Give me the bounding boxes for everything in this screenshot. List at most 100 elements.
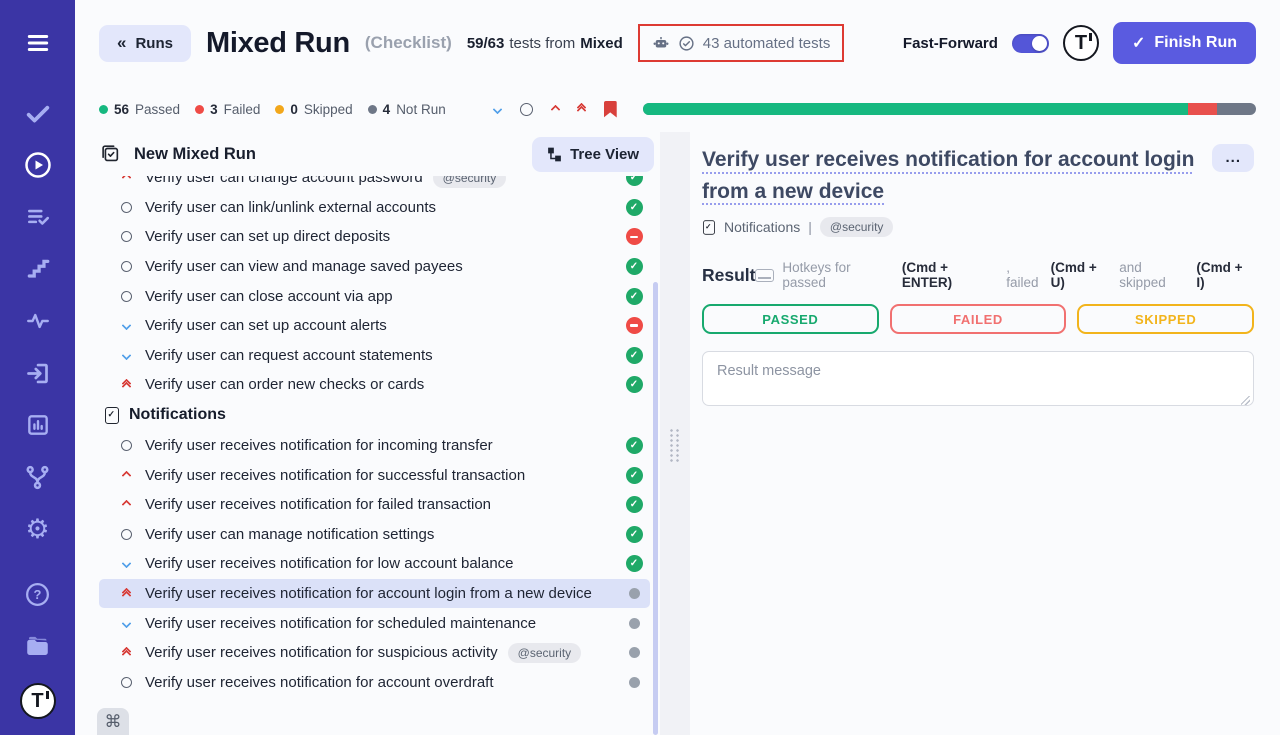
check-icon: ✓ [1132, 33, 1145, 53]
testomat-logo[interactable]: T [20, 683, 56, 719]
content-area: New Mixed Run Tree View Verify user can … [75, 132, 1280, 735]
finish-run-button[interactable]: ✓ Finish Run [1113, 22, 1256, 64]
checklist-icon [99, 143, 121, 165]
chevron-down-icon[interactable] [492, 104, 502, 114]
test-row-title: Verify user receives notification for in… [145, 437, 493, 454]
circle-filter-icon[interactable] [520, 103, 533, 116]
runs-play-icon[interactable] [23, 150, 53, 180]
suite-name[interactable]: Notifications [724, 219, 800, 235]
status-passed-icon: ✓ [626, 288, 643, 305]
command-palette-button[interactable]: ⌘ [97, 708, 129, 735]
test-row-title: Verify user receives notification for lo… [145, 555, 514, 572]
keyboard-icon [755, 269, 774, 282]
status-passed-icon: ✓ [626, 376, 643, 393]
test-row-title: Verify user receives notification for fa… [145, 496, 491, 513]
result-message-wrap [702, 351, 1254, 411]
test-row-title: Verify user can set up account alerts [145, 317, 387, 334]
test-row[interactable]: Verify user receives notification for ac… [99, 579, 650, 609]
test-row[interactable]: Verify user can request account statemen… [99, 341, 650, 371]
test-row[interactable]: Verify user can manage notification sett… [99, 520, 650, 550]
settings-gear-icon[interactable]: ⚙ [23, 514, 53, 544]
status-passed-icon: ✓ [626, 496, 643, 513]
help-icon[interactable]: ? [23, 579, 53, 609]
circle-icon [117, 261, 135, 272]
test-meta: Notifications | @security [702, 217, 1254, 237]
double-chevron-up-icon[interactable] [578, 104, 585, 114]
pulse-icon[interactable] [23, 306, 53, 336]
app-window: ⚙ ? T « Runs Mixed Run (Checklist) 59/63… [0, 0, 1280, 735]
test-row[interactable]: Verify user receives notification for su… [99, 638, 650, 668]
test-row[interactable]: Verify user can set up account alerts [99, 311, 650, 341]
menu-icon[interactable] [23, 28, 53, 58]
progress-failed [1188, 103, 1217, 115]
toggle-knob [1032, 36, 1047, 51]
test-row[interactable]: Verify user receives notification for fa… [99, 490, 650, 520]
test-row-title: Verify user can change account password [145, 176, 423, 186]
status-not-run-icon [629, 677, 640, 688]
test-title[interactable]: Verify user receives notification for ac… [702, 144, 1198, 207]
test-row-title: Verify user can order new checks or card… [145, 376, 424, 393]
suite-header[interactable]: Notifications [99, 400, 650, 431]
test-row[interactable]: Verify user can close account via app✓ [99, 281, 650, 311]
projects-folder-icon[interactable] [23, 631, 53, 661]
svg-text:?: ? [34, 587, 42, 602]
branches-icon[interactable] [23, 462, 53, 492]
stat-not-run: 4 Not Run [368, 102, 446, 117]
test-row[interactable]: Verify user receives notification for su… [99, 460, 650, 490]
test-row[interactable]: Verify user receives notification for ac… [99, 668, 650, 698]
hotkey-skipped: (Cmd + I) [1196, 260, 1254, 290]
hotkeys-text: , failed [1006, 260, 1045, 290]
skipped-button[interactable]: SKIPPED [1077, 304, 1254, 334]
chevron-up-icon [117, 176, 135, 181]
robot-icon [652, 34, 670, 52]
analytics-icon[interactable] [23, 410, 53, 440]
skipped-label: Skipped [304, 102, 353, 117]
resize-handle-icon[interactable] [1241, 396, 1250, 405]
automated-tests-badge[interactable]: 43 automated tests [638, 24, 845, 62]
passed-dot-icon [99, 105, 108, 114]
test-row[interactable]: Verify user can order new checks or card… [99, 370, 650, 400]
test-row[interactable]: Verify user can link/unlink external acc… [99, 193, 650, 223]
more-options-button[interactable]: ... [1212, 144, 1254, 172]
test-row-title: Verify user receives notification for su… [145, 467, 525, 484]
back-to-runs-button[interactable]: « Runs [99, 25, 191, 62]
drag-handle[interactable] [669, 428, 682, 462]
status-not-run-icon [629, 618, 640, 629]
status-passed-icon: ✓ [626, 467, 643, 484]
back-to-runs-label: Runs [135, 35, 173, 52]
test-row-title: Verify user can view and manage saved pa… [145, 258, 463, 275]
tests-check-icon[interactable] [23, 98, 53, 128]
test-list-panel: New Mixed Run Tree View Verify user can … [75, 132, 660, 735]
tag-pill[interactable]: @security [820, 217, 894, 237]
list-scrollbar[interactable] [653, 282, 658, 735]
passed-button[interactable]: PASSED [702, 304, 879, 334]
filter-icons [494, 101, 617, 118]
bookmark-icon[interactable] [604, 101, 617, 118]
run-progress-bar [643, 103, 1256, 115]
tests-count-text: tests from [509, 35, 575, 52]
hotkeys-text: and skipped [1119, 260, 1191, 290]
test-row[interactable]: Verify user can set up direct deposits [99, 222, 650, 252]
import-icon[interactable] [23, 358, 53, 388]
test-plans-icon[interactable] [23, 202, 53, 232]
sidebar-nav: ⚙ [23, 98, 53, 544]
test-row[interactable]: Verify user receives notification for lo… [99, 549, 650, 579]
test-row[interactable]: Verify user receives notification for in… [99, 431, 650, 461]
status-passed-icon: ✓ [626, 258, 643, 275]
circle-icon [117, 529, 135, 540]
header-logo[interactable]: T [1063, 25, 1099, 61]
test-row[interactable]: Verify user can view and manage saved pa… [99, 252, 650, 282]
double-chevron-up-icon [117, 589, 135, 599]
tree-view-button[interactable]: Tree View [532, 137, 654, 172]
not-run-label: Not Run [396, 102, 446, 117]
test-row[interactable]: Verify user can change account password@… [99, 176, 650, 193]
failed-button[interactable]: FAILED [890, 304, 1067, 334]
result-message-input[interactable] [702, 351, 1254, 406]
test-row[interactable]: Verify user receives notification for sc… [99, 608, 650, 638]
fast-forward-toggle[interactable] [1012, 34, 1049, 53]
milestones-steps-icon[interactable] [23, 254, 53, 284]
skipped-count: 0 [290, 102, 298, 117]
status-not-run-icon [629, 588, 640, 599]
automated-tests-label: 43 automated tests [703, 35, 831, 52]
chevron-up-icon[interactable] [550, 104, 560, 114]
